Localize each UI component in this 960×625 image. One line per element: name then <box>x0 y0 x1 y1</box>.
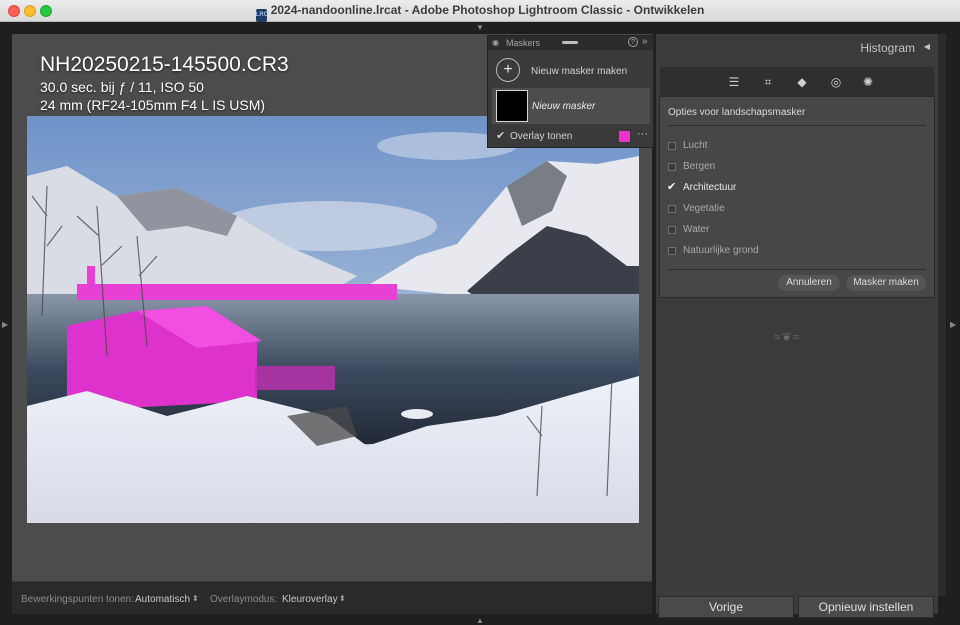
tool-strip: ☰ ⌗ ◆ ◎ ✺ <box>660 67 934 97</box>
window-titlebar: LRC 2024-nandoonline.lrcat - Adobe Photos… <box>0 0 960 22</box>
add-mask-plus-icon[interactable]: + <box>496 58 520 82</box>
catalog-document-icon: LRC <box>255 9 268 22</box>
checkmark-icon[interactable]: ✔ <box>667 180 676 193</box>
histogram-collapse-icon[interactable]: ◀ <box>924 42 930 51</box>
bottom-panel-toggle-icon[interactable]: ▲ <box>476 616 484 625</box>
show-overlay-row[interactable]: ✔ Overlay tonen ··· <box>488 128 653 146</box>
option-label[interactable]: Natuurlijke grond <box>683 245 759 256</box>
overlay-color-swatch[interactable] <box>619 131 630 142</box>
architecture-mask-overlay <box>255 366 335 390</box>
window-title-area: LRC 2024-nandoonline.lrcat - Adobe Photos… <box>0 3 960 22</box>
cancel-button[interactable]: Annuleren <box>778 275 840 291</box>
photo-info-overlay: NH20250215-145500.CR3 30.0 sec. bij ƒ / … <box>40 52 289 114</box>
overlay-mode-select[interactable]: Kleuroverlay <box>282 594 338 605</box>
checkbox[interactable] <box>668 142 676 150</box>
new-mask-row[interactable]: + Nieuw masker maken <box>488 56 653 86</box>
overlay-options-icon[interactable]: ··· <box>637 128 648 140</box>
show-pins-label: Bewerkingspunten tonen: <box>21 594 134 605</box>
option-label[interactable]: Lucht <box>683 140 707 151</box>
crop-icon[interactable]: ⌗ <box>761 75 775 89</box>
landscape-options-title: Opties voor landschapsmasker <box>668 107 806 118</box>
divider <box>668 269 926 270</box>
checkbox[interactable] <box>668 247 676 255</box>
edit-sliders-icon[interactable]: ☰ <box>727 75 741 89</box>
option-label[interactable]: Bergen <box>683 161 715 172</box>
photo-exposure: 30.0 sec. bij ƒ / 11, ISO 50 <box>40 79 204 95</box>
reset-button[interactable]: Opnieuw instellen <box>798 596 934 618</box>
develop-module: ▼ ▲ ▶ ▶ NH20250215-145500.CR3 30.0 sec. … <box>0 22 960 625</box>
architecture-mask-overlay <box>87 266 95 286</box>
landscape-mask-options: Opties voor landschapsmasker Lucht Berge… <box>659 96 935 298</box>
create-mask-button[interactable]: Masker maken <box>846 275 926 291</box>
collapse-panel-icon[interactable]: » <box>642 36 648 47</box>
mask-name[interactable]: Nieuw masker <box>532 101 595 112</box>
option-label[interactable]: Vegetatie <box>683 203 725 214</box>
mask-thumbnail[interactable] <box>496 90 528 122</box>
eraser-icon[interactable]: ◆ <box>795 75 809 89</box>
mask-list-item[interactable]: Nieuw masker <box>492 88 650 124</box>
landscape-photo <box>27 116 639 523</box>
checkbox[interactable] <box>668 226 676 234</box>
right-panel-toggle-icon[interactable]: ▶ <box>950 320 956 329</box>
masks-panel-header[interactable]: ◉ Maskers ? » <box>488 36 653 50</box>
histogram-title[interactable]: Histogram <box>860 41 915 55</box>
overlay-mode-chevron-icon[interactable]: ⬍ <box>339 594 346 603</box>
show-pins-select[interactable]: Automatisch <box>135 594 190 605</box>
masks-panel-title: Maskers <box>506 38 541 48</box>
left-panel-toggle-icon[interactable]: ▶ <box>2 320 8 329</box>
previous-button[interactable]: Vorige <box>658 596 794 618</box>
masking-icon[interactable]: ✺ <box>861 75 875 89</box>
right-panel: Histogram ◀ ☰ ⌗ ◆ ◎ ✺ Opties voor landsc… <box>656 34 938 614</box>
visibility-eye-icon[interactable]: ◉ <box>492 38 499 47</box>
snow-rock <box>401 409 433 419</box>
panel-end-ornament-icon: ≈❦≈ <box>774 330 801 344</box>
new-mask-label[interactable]: Nieuw masker maken <box>531 66 627 77</box>
drag-handle-icon[interactable] <box>562 41 578 44</box>
photo-preview[interactable] <box>27 116 639 523</box>
option-label[interactable]: Architectuur <box>683 182 736 193</box>
bottom-toolbar: Bewerkingspunten tonen: Automatisch ⬍ Ov… <box>12 581 652 614</box>
show-pins-chevron-icon[interactable]: ⬍ <box>192 594 199 603</box>
checkbox[interactable] <box>668 163 676 171</box>
top-panel-toggle-icon[interactable]: ▼ <box>476 23 484 32</box>
overlay-mode-label: Overlaymodus: <box>210 594 278 605</box>
photo-lens: 24 mm (RF24-105mm F4 L IS USM) <box>40 97 266 113</box>
redeye-icon[interactable]: ◎ <box>829 75 843 89</box>
window-title: 2024-nandoonline.lrcat - Adobe Photoshop… <box>270 3 705 17</box>
help-icon[interactable]: ? <box>628 37 638 47</box>
architecture-mask-overlay <box>77 284 397 300</box>
divider <box>668 125 926 126</box>
right-panel-scrollbar[interactable] <box>938 34 946 596</box>
photo-filename: NH20250215-145500.CR3 <box>40 53 289 76</box>
option-label[interactable]: Water <box>683 224 709 235</box>
show-overlay-label[interactable]: Overlay tonen <box>510 131 572 142</box>
checkbox[interactable] <box>668 205 676 213</box>
histogram-header[interactable]: Histogram ◀ <box>656 34 938 62</box>
show-overlay-checkbox[interactable]: ✔ <box>496 129 505 142</box>
masks-panel: ◉ Maskers ? » + Nieuw masker maken Nieuw… <box>487 35 654 148</box>
